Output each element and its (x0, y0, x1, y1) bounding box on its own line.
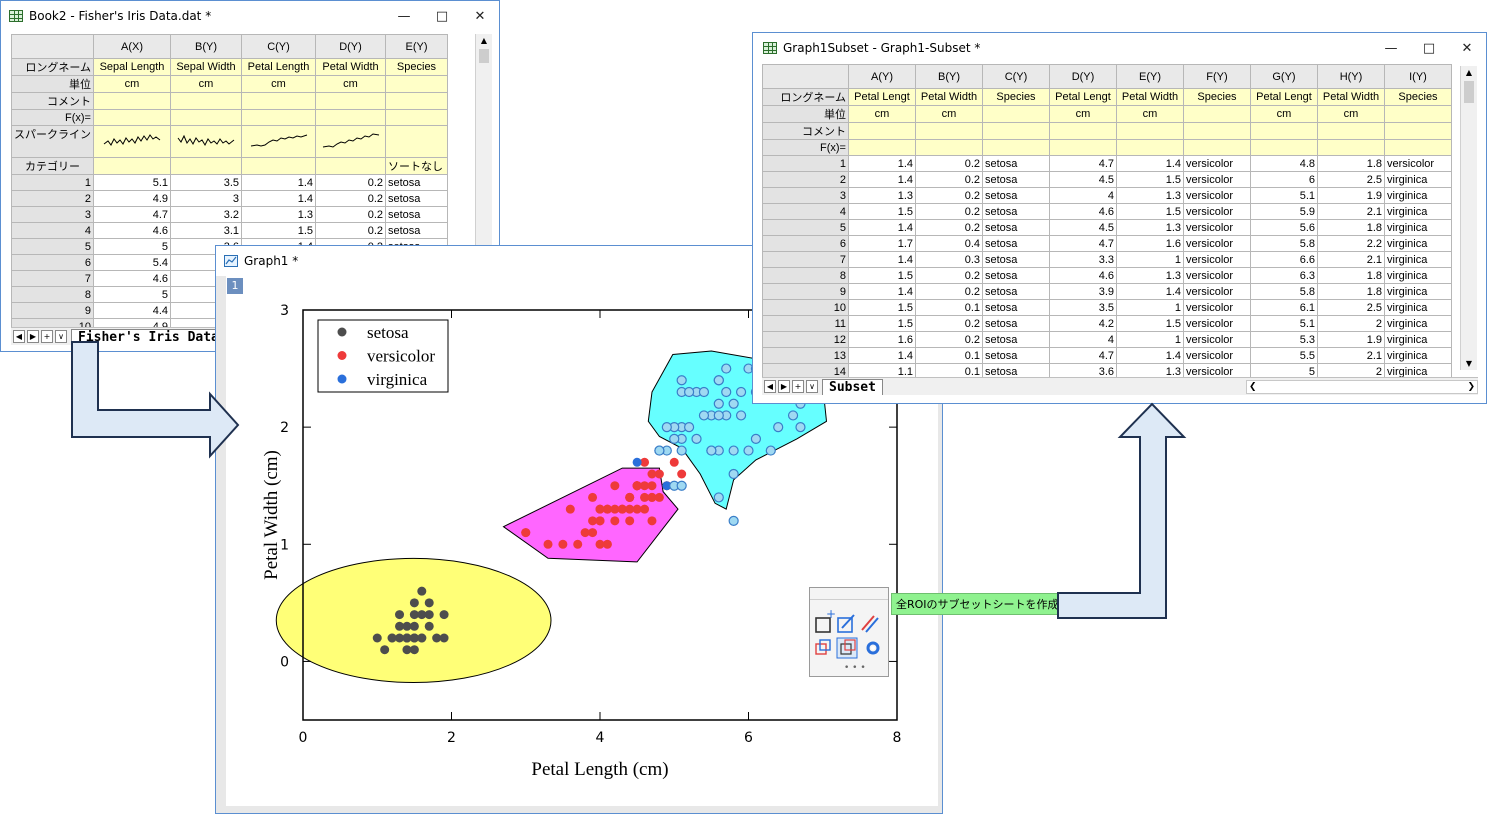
arrow-to-subset (1057, 402, 1187, 619)
flow-arrows (71, 341, 1187, 619)
arrow-to-graph (71, 341, 240, 459)
